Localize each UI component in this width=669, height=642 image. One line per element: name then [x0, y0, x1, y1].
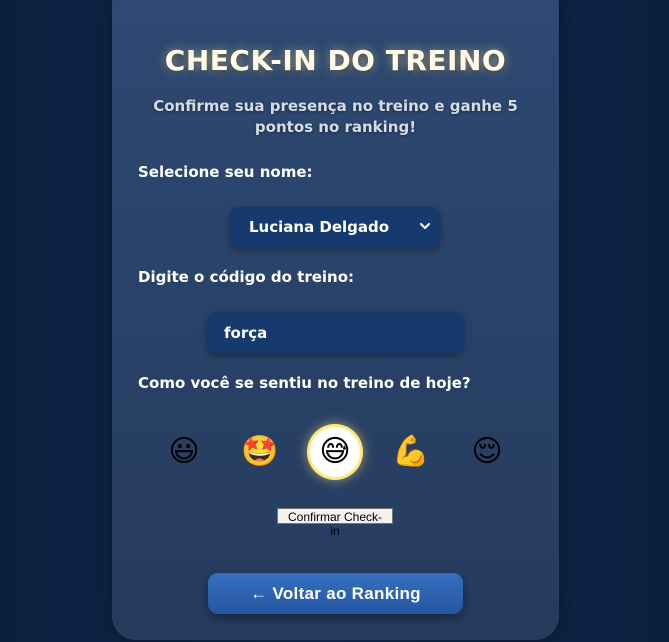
- page-subtitle: Confirme sua presença no treino e ganhe …: [153, 97, 518, 136]
- back-to-ranking-button[interactable]: ← Voltar ao Ranking: [208, 573, 463, 614]
- mood-label: Como você se sentiu no treino de hoje?: [138, 374, 471, 392]
- star-struck-face-icon: 🤩: [241, 434, 279, 469]
- grinning-face-icon: 😃: [168, 434, 200, 469]
- confirm-checkin-button[interactable]: Confirmar Check-in: [277, 508, 393, 538]
- code-label: Digite o código do treino:: [138, 268, 355, 286]
- name-select-value: Luciana Delgado: [249, 218, 390, 236]
- name-select[interactable]: Luciana Delgado: [230, 207, 440, 247]
- grinning-sweat-face-icon: 😅: [319, 434, 351, 469]
- page-title: CHECK-IN DO TREINO: [164, 44, 507, 77]
- chevron-down-icon: [420, 223, 430, 229]
- relieved-face-icon: 😌: [471, 434, 503, 469]
- mood-option-grinning-sweat[interactable]: 😅: [310, 427, 360, 477]
- code-input-value: força: [224, 323, 268, 342]
- flexed-biceps-icon: 💪: [392, 434, 430, 469]
- mood-option-grinning[interactable]: 😃: [159, 427, 209, 477]
- mood-option-flexed-biceps[interactable]: 💪: [386, 427, 436, 477]
- mood-option-star-struck[interactable]: 🤩: [235, 427, 285, 477]
- code-input[interactable]: força: [208, 312, 463, 353]
- mood-option-relieved[interactable]: 😌: [462, 427, 512, 477]
- name-label: Selecione seu nome:: [138, 163, 313, 181]
